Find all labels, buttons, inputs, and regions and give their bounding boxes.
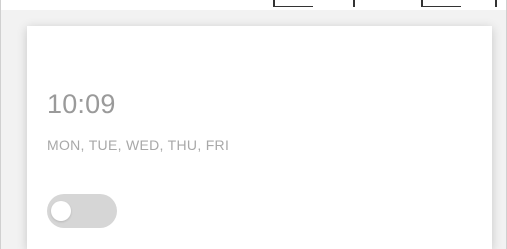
alarm-enabled-toggle[interactable] xyxy=(47,194,117,228)
bracket-tick xyxy=(495,0,497,7)
alarm-viewport: 10:09 MON, TUE, WED, THU, FRI xyxy=(0,0,507,249)
bracket-line xyxy=(273,6,313,7)
top-edge-strip xyxy=(1,0,506,10)
alarm-repeat-days[interactable]: MON, TUE, WED, THU, FRI xyxy=(47,136,229,154)
bracket-tick xyxy=(353,0,355,7)
alarm-time[interactable]: 10:09 xyxy=(47,88,116,120)
bracket-tick xyxy=(421,0,423,7)
bracket-line xyxy=(421,6,461,7)
toggle-knob xyxy=(51,201,71,221)
alarm-card[interactable]: 10:09 MON, TUE, WED, THU, FRI xyxy=(27,26,492,249)
